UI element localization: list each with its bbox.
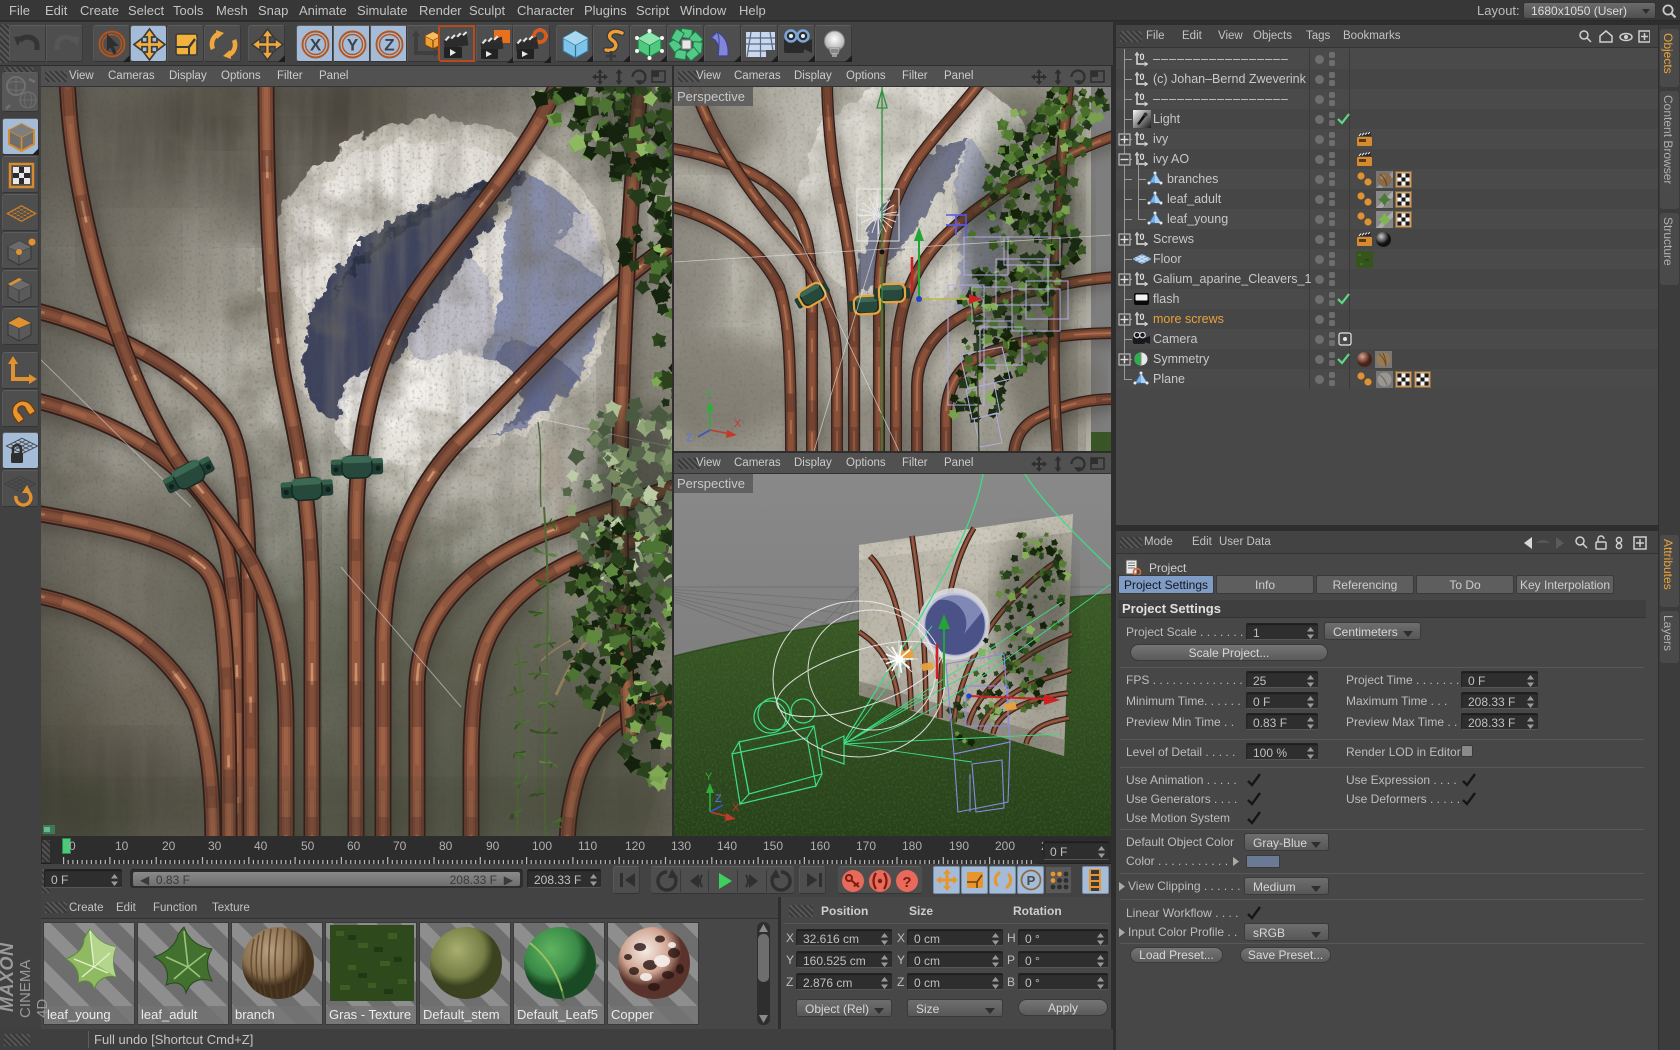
svg-text:X: X — [310, 36, 322, 55]
svg-text:Y: Y — [705, 771, 713, 783]
svg-text:0: 0 — [1140, 72, 1145, 82]
svg-text:Z: Z — [686, 432, 693, 444]
svg-text:0: 0 — [1140, 272, 1145, 282]
svg-text:Perspective: Perspective — [677, 89, 745, 104]
svg-text:Z: Z — [384, 36, 394, 55]
svg-text:Y: Y — [347, 36, 359, 55]
svg-text:X: X — [734, 418, 742, 430]
svg-text:0: 0 — [1140, 152, 1145, 162]
svg-text:0: 0 — [1140, 92, 1145, 102]
svg-text:P: P — [1027, 873, 1036, 888]
svg-text:Perspective: Perspective — [677, 476, 745, 491]
svg-text:X: X — [732, 802, 740, 814]
svg-text:0: 0 — [1140, 312, 1145, 322]
svg-text:0: 0 — [1140, 132, 1145, 142]
svg-text:0: 0 — [1140, 52, 1145, 62]
svg-text:Z: Z — [715, 793, 722, 805]
svg-text:?: ? — [902, 874, 911, 891]
svg-text:Y: Y — [705, 389, 713, 401]
svg-text:0: 0 — [1140, 232, 1145, 242]
